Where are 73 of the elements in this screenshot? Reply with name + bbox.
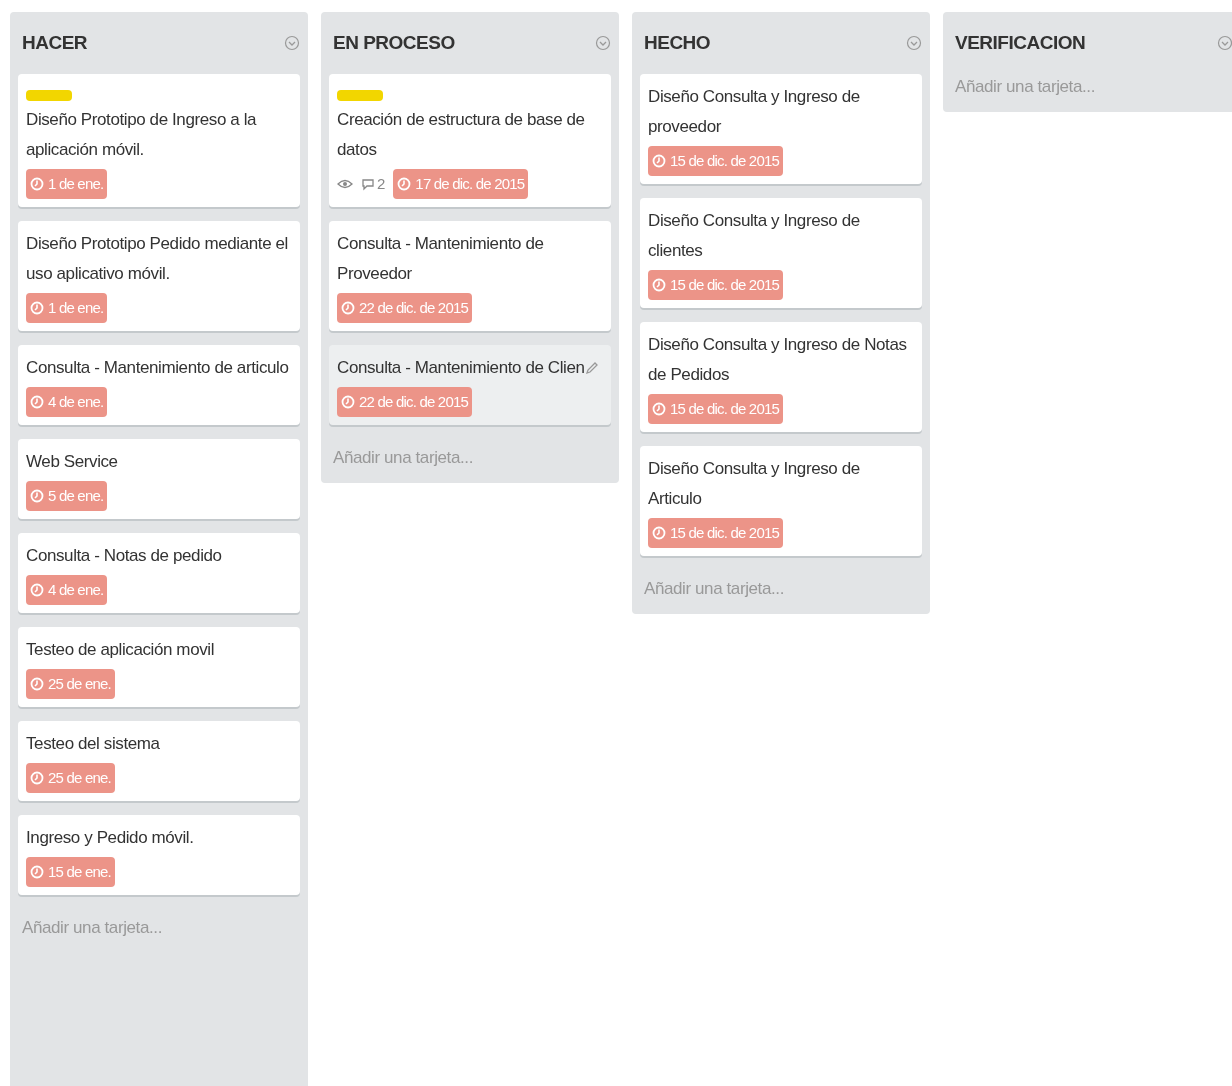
- card-title: Diseño Consulta y Ingreso de Notas de Pedidos: [648, 334, 908, 386]
- clock-icon: [652, 154, 666, 168]
- card[interactable]: Ingreso y Pedido móvil. 15 de ene.: [18, 815, 300, 895]
- clock-icon: [30, 583, 44, 597]
- clock-icon: [652, 278, 666, 292]
- card-title: Diseño Consulta y Ingreso de Articulo: [648, 458, 861, 510]
- card-label[interactable]: [337, 90, 383, 101]
- card[interactable]: Creación de estructura de base de datos 2 17 de dic. de 2015: [329, 74, 611, 207]
- card-title: Testeo de aplicación movil: [26, 639, 215, 661]
- clock-icon: [652, 526, 666, 540]
- card-title: Testeo del sistema: [26, 733, 160, 755]
- clock-icon: [30, 677, 44, 691]
- due-date-badge: 25 de ene.: [26, 669, 115, 699]
- comment-icon: [361, 177, 375, 191]
- card[interactable]: Consulta - Mantenimiento de Proveedor 22 de dic. de 2015: [329, 221, 611, 331]
- clock-icon: [30, 489, 44, 503]
- chevron-down-icon[interactable]: [906, 35, 922, 51]
- card-title: Consulta - Mantenimiento de Proveedor: [337, 233, 545, 285]
- comment-count: 2: [377, 173, 386, 194]
- clock-icon: [30, 395, 44, 409]
- clock-icon: [341, 301, 355, 315]
- list-title: HACER: [22, 30, 88, 55]
- card-title: Diseño Consulta y Ingreso de proveedor: [648, 86, 861, 138]
- card-label[interactable]: [26, 90, 72, 101]
- card-title: Consulta - Mantenimiento de articulo: [26, 357, 289, 379]
- card-title: Diseño Prototipo de Ingreso a la aplicación móvil.: [26, 109, 258, 161]
- list-title: EN PROCESO: [333, 30, 455, 55]
- card-title: Diseño Consulta y Ingreso de clientes: [648, 210, 861, 262]
- due-date-badge: 5 de ene.: [26, 481, 108, 511]
- clock-icon: [652, 402, 666, 416]
- card[interactable]: Web Service 5 de ene.: [18, 439, 300, 519]
- due-date-badge: 4 de ene.: [26, 387, 108, 417]
- card[interactable]: Consulta - Mantenimiento de Clien 22 de dic. de 2015: [329, 345, 611, 425]
- due-date-badge: 15 de dic. de 2015: [648, 146, 784, 176]
- due-date-badge: 15 de dic. de 2015: [648, 518, 784, 548]
- due-date-badge: 15 de dic. de 2015: [648, 394, 784, 424]
- clock-icon: [30, 865, 44, 879]
- card[interactable]: Diseño Consulta y Ingreso de Articulo 15 de dic. de 2015: [640, 446, 922, 556]
- card-title: Diseño Prototipo Pedido mediante el uso aplicativo móvil.: [26, 233, 289, 285]
- due-date-badge: 22 de dic. de 2015: [337, 387, 473, 417]
- clock-icon: [30, 301, 44, 315]
- card-title: Consulta - Notas de pedido: [26, 545, 222, 567]
- card[interactable]: Diseño Consulta y Ingreso de proveedor 15 de dic. de 2015: [640, 74, 922, 184]
- card-title: Creación de estructura de base de datos: [337, 109, 586, 161]
- card[interactable]: Testeo de aplicación movil 25 de ene.: [18, 627, 300, 707]
- card[interactable]: Diseño Consulta y Ingreso de clientes 15 de dic. de 2015: [640, 198, 922, 308]
- card[interactable]: Diseño Prototipo Pedido mediante el uso aplicativo móvil. 1 de ene.: [18, 221, 300, 331]
- card[interactable]: Consulta - Mantenimiento de articulo 4 de ene.: [18, 345, 300, 425]
- chevron-down-icon[interactable]: [284, 35, 300, 51]
- clock-icon: [30, 177, 44, 191]
- due-date-badge: 15 de ene.: [26, 857, 115, 887]
- due-date-badge: 15 de dic. de 2015: [648, 270, 784, 300]
- card-title: Web Service: [26, 451, 118, 473]
- due-date-badge: 17 de dic. de 2015: [393, 169, 529, 199]
- card[interactable]: Testeo del sistema 25 de ene.: [18, 721, 300, 801]
- clock-icon: [397, 177, 412, 191]
- due-date-badge: 1 de ene.: [26, 293, 108, 323]
- card[interactable]: Diseño Prototipo de Ingreso a la aplicación móvil. 1 de ene.: [18, 74, 300, 207]
- due-date-badge: 22 de dic. de 2015: [337, 293, 473, 323]
- card[interactable]: Diseño Consulta y Ingreso de Notas de Pedidos 15 de dic. de 2015: [640, 322, 922, 432]
- list-title: VERIFICACION: [955, 30, 1086, 55]
- due-date-badge: 1 de ene.: [26, 169, 108, 199]
- chevron-down-icon[interactable]: [1217, 35, 1232, 51]
- card-title: Consulta - Mantenimiento de Clien: [337, 357, 585, 379]
- due-date-badge: 4 de ene.: [26, 575, 108, 605]
- clock-icon: [341, 395, 355, 409]
- clock-icon: [30, 771, 44, 785]
- chevron-down-icon[interactable]: [595, 35, 611, 51]
- list-title: HECHO: [644, 30, 711, 55]
- card[interactable]: Consulta - Notas de pedido 4 de ene.: [18, 533, 300, 613]
- card-title: Ingreso y Pedido móvil.: [26, 827, 194, 849]
- due-date-badge: 25 de ene.: [26, 763, 115, 793]
- pencil-icon[interactable]: [585, 361, 599, 375]
